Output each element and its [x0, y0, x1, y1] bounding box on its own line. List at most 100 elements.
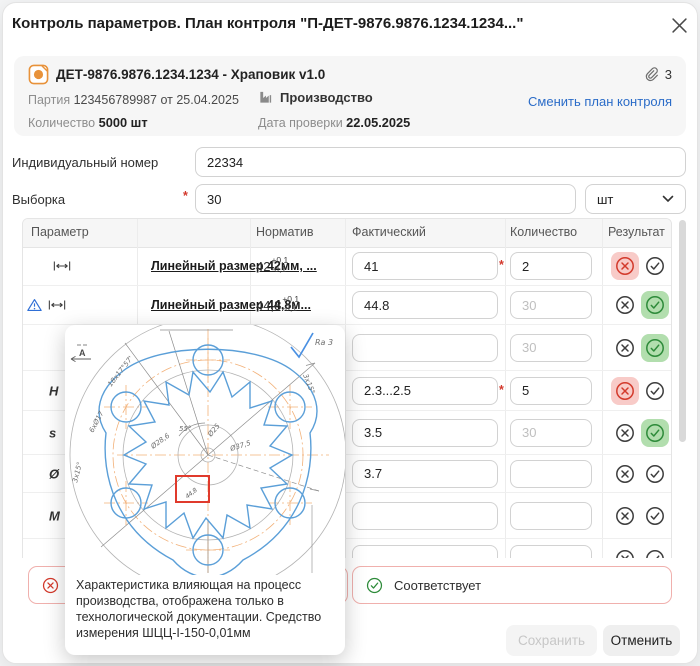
dim-label: Ø37,5 [228, 439, 252, 453]
table-row: Линейный размер 42мм, ... 42+0,1-0,1 * [23, 247, 671, 286]
quantity-input[interactable] [510, 291, 592, 319]
cross-circle-icon [615, 295, 635, 315]
pass-result-button[interactable] [641, 460, 669, 488]
header-parameter: Параметр [31, 225, 89, 239]
dim-label: 3x15° [71, 461, 84, 483]
quantity-info: Количество 5000 шт [28, 115, 148, 130]
warning-icon [27, 298, 42, 312]
pass-summary-label: Соответствует [394, 578, 481, 593]
pass-summary-field[interactable]: Соответствует [352, 566, 672, 604]
check-date-value: 22.05.2025 [346, 115, 410, 130]
required-asterisk: * [183, 189, 188, 203]
parameter-link[interactable]: Линейный размер 42мм, ... [151, 259, 317, 273]
nominal-value: 44,8+0,1-0,1 [256, 296, 299, 314]
fail-result-button[interactable] [611, 291, 639, 319]
chevron-down-icon [662, 195, 674, 203]
dim-label: 6xØ17 [88, 409, 106, 434]
cross-circle-icon [615, 381, 635, 401]
quantity-input[interactable] [510, 502, 592, 530]
part-drawing: 18x17°57' 6xØ17 55° Ø28,6 Ø25 Ø37,5 3x15… [65, 325, 345, 575]
attachments-count: 3 [665, 67, 672, 82]
cross-circle-icon [42, 577, 59, 594]
cross-circle-icon [615, 338, 635, 358]
actual-input[interactable] [352, 334, 498, 362]
pass-result-button[interactable] [641, 502, 669, 530]
part-icon [28, 64, 49, 85]
pass-result-button[interactable] [641, 334, 669, 362]
fail-result-button[interactable] [611, 419, 639, 447]
required-asterisk: * [499, 258, 504, 272]
check-circle-icon [645, 338, 665, 358]
check-date-label: Дата проверки [258, 116, 343, 130]
highlight-value: 44,8 [184, 487, 199, 501]
dimension-icon [53, 260, 71, 272]
characteristic-note: Характеристика влияющая на процесс произ… [65, 575, 345, 655]
check-date-info: Дата проверки 22.05.2025 [258, 115, 410, 130]
sampling-input[interactable] [195, 184, 576, 214]
actual-input[interactable] [352, 460, 498, 488]
view-label: A [79, 348, 86, 358]
individual-number-input[interactable] [195, 147, 686, 177]
check-circle-icon [645, 256, 665, 276]
dim-label: 18x17°57' [106, 355, 135, 389]
parameter-type-icon: M [49, 508, 60, 523]
batch-label: Партия [28, 93, 70, 107]
info-card: ДЕТ-9876.9876.1234.1234 - Храповик v1.0 … [14, 56, 686, 136]
dialog-title: Контроль параметров. План контроля "П-ДЕ… [12, 15, 523, 32]
quantity-label: Количество [28, 116, 95, 130]
cross-circle-icon [615, 506, 635, 526]
pass-result-button[interactable] [641, 291, 669, 319]
cross-circle-icon [615, 256, 635, 276]
actual-input[interactable] [352, 377, 498, 405]
quantity-input[interactable] [510, 334, 592, 362]
parameter-type-icon: H [49, 383, 58, 398]
cross-circle-icon [615, 464, 635, 484]
actual-input[interactable] [352, 419, 498, 447]
fail-result-button[interactable] [611, 252, 639, 280]
cancel-button[interactable]: Отменить [603, 625, 680, 656]
sampling-label: Выборка [12, 192, 65, 207]
pass-result-button[interactable] [641, 252, 669, 280]
pass-result-button[interactable] [641, 419, 669, 447]
fail-result-button[interactable] [611, 334, 639, 362]
attachments-button[interactable]: 3 [643, 66, 672, 82]
quantity-input[interactable] [510, 460, 592, 488]
dim-label: 3x15° [301, 373, 316, 395]
quantity-input[interactable] [510, 252, 592, 280]
batch-info: Партия 123456789987 от 25.04.2025 [28, 93, 239, 107]
quantity-input[interactable] [510, 419, 592, 447]
table-scrollbar[interactable] [679, 220, 686, 442]
check-circle-icon [645, 506, 665, 526]
roughness-label: Ra 3 [315, 338, 333, 347]
header-nominal: Норматив [256, 225, 314, 239]
header-actual: Фактический [352, 225, 426, 239]
operation-info: Производство [258, 90, 373, 105]
unit-select[interactable]: шт [585, 184, 686, 214]
actual-input[interactable] [352, 502, 498, 530]
change-plan-link[interactable]: Сменить план контроля [528, 94, 672, 109]
actual-input[interactable] [352, 291, 498, 319]
close-icon [672, 18, 687, 33]
fail-result-button[interactable] [611, 460, 639, 488]
drawing-popup: 18x17°57' 6xØ17 55° Ø28,6 Ø25 Ø37,5 3x15… [65, 325, 345, 655]
check-circle-icon [366, 577, 383, 594]
actual-input[interactable] [352, 252, 498, 280]
pass-result-button[interactable] [641, 377, 669, 405]
quantity-input[interactable] [510, 377, 592, 405]
save-button[interactable]: Сохранить [506, 625, 597, 656]
part-title: ДЕТ-9876.9876.1234.1234 - Храповик v1.0 [56, 67, 325, 82]
check-circle-icon [645, 295, 665, 315]
factory-icon [258, 90, 273, 105]
table-row: Линейный размер 44,8м... 44,8+0,1-0,1 [23, 286, 671, 325]
check-circle-icon [645, 423, 665, 443]
parameter-type-icon: Ø [49, 466, 59, 481]
dim-label: Ø28,6 [149, 431, 172, 451]
parameter-type-icon: s [49, 425, 56, 440]
individual-number-label: Индивидуальный номер [12, 155, 158, 170]
cross-circle-icon [615, 423, 635, 443]
close-button[interactable] [666, 12, 692, 38]
fail-result-button[interactable] [611, 502, 639, 530]
roughness-icon [291, 333, 313, 357]
fail-result-button[interactable] [611, 377, 639, 405]
paperclip-icon [643, 66, 659, 82]
